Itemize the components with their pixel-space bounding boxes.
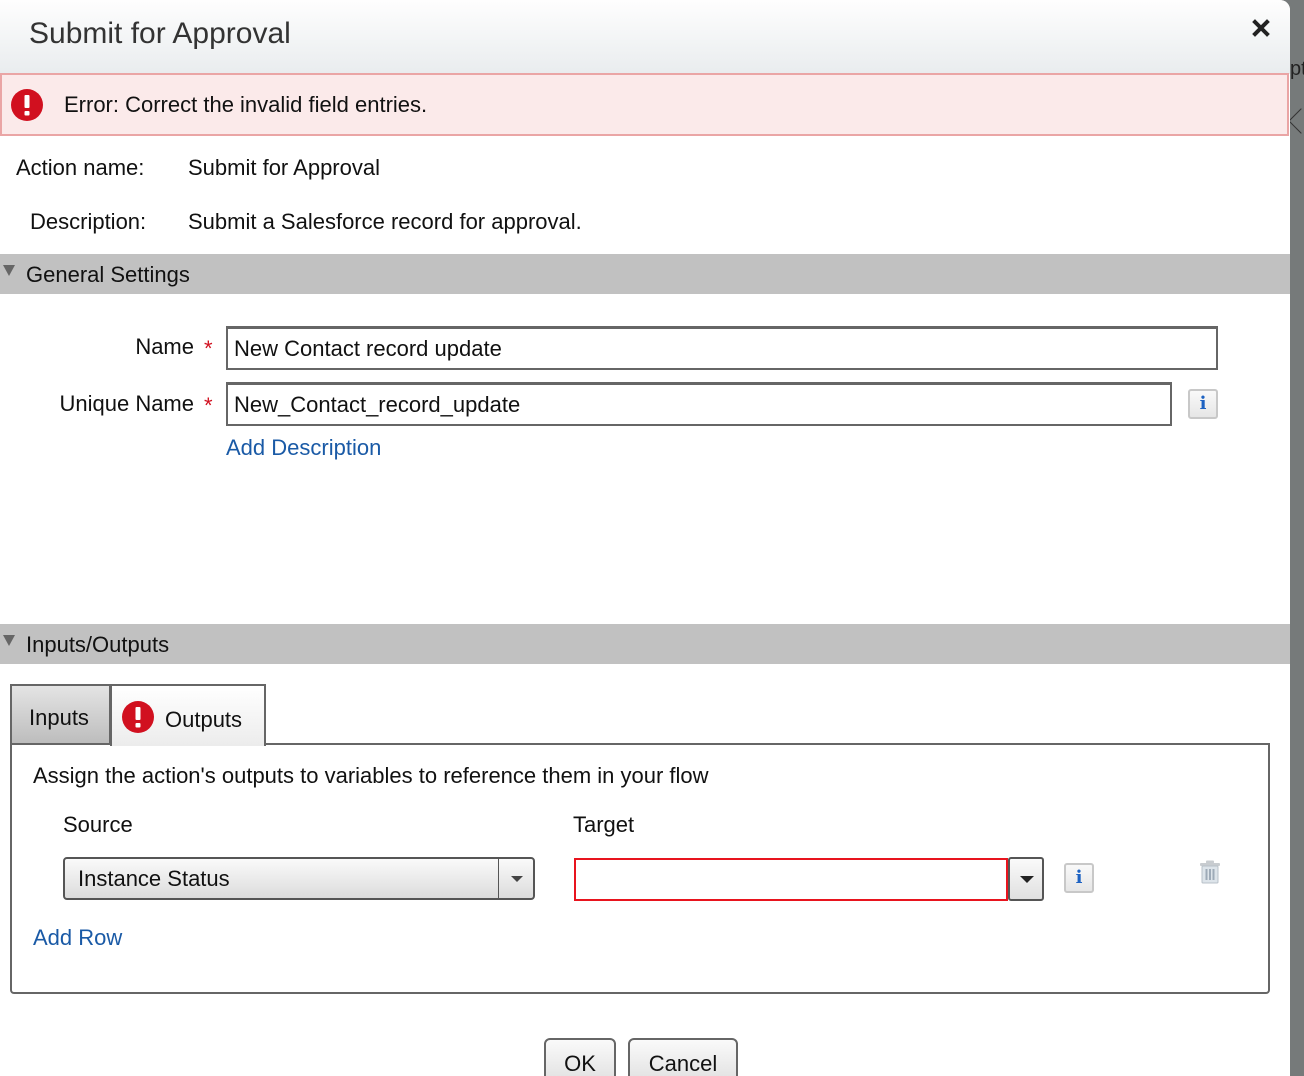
error-icon — [11, 89, 43, 121]
outputs-description: Assign the action's outputs to variables… — [33, 763, 709, 788]
tab-outputs[interactable]: Outputs — [110, 684, 266, 746]
cancel-button[interactable]: Cancel — [628, 1038, 738, 1076]
chevron-down-icon — [1020, 876, 1034, 883]
submit-for-approval-dialog: Submit for Approval Error: Correct the i… — [0, 0, 1290, 1076]
dialog-title: Submit for Approval — [29, 17, 291, 50]
outputs-panel: Assign the action's outputs to variables… — [10, 743, 1270, 994]
source-column-header: Source — [63, 812, 133, 837]
backdrop-partial-text: pt — [1290, 58, 1304, 80]
source-select-value: Instance Status — [78, 866, 230, 891]
action-name-value: Submit for Approval — [188, 155, 380, 180]
chevron-down-icon — [511, 876, 523, 882]
inputs-outputs-label: Inputs/Outputs — [26, 632, 170, 657]
backdrop-chevron-icon — [1288, 108, 1304, 134]
general-settings-label: General Settings — [26, 262, 190, 287]
target-input[interactable] — [574, 858, 1008, 901]
add-row-link[interactable]: Add Row — [33, 925, 122, 951]
error-icon — [122, 701, 154, 733]
required-marker: * — [204, 393, 213, 418]
collapse-triangle-icon — [3, 635, 15, 646]
dialog-header: Submit for Approval — [0, 0, 1290, 74]
unique-name-input[interactable] — [226, 382, 1172, 426]
ok-button[interactable]: OK — [544, 1038, 616, 1076]
unique-name-info-icon[interactable]: i — [1188, 389, 1218, 419]
select-divider — [498, 859, 499, 898]
description-label: Description: — [30, 209, 147, 234]
general-settings-section-header[interactable]: General Settings — [0, 254, 1290, 294]
close-icon[interactable] — [1251, 18, 1271, 38]
name-input[interactable] — [226, 326, 1218, 370]
collapse-triangle-icon — [3, 265, 15, 276]
add-description-link[interactable]: Add Description — [226, 435, 381, 461]
target-column-header: Target — [573, 812, 635, 837]
target-dropdown-button[interactable] — [1008, 857, 1044, 901]
name-label: Name — [135, 334, 194, 359]
trash-icon[interactable] — [1199, 860, 1221, 884]
required-marker: * — [204, 336, 213, 361]
tab-outputs-label: Outputs — [165, 707, 243, 732]
action-name-label: Action name: — [16, 155, 145, 180]
error-message: Error: Correct the invalid field entries… — [64, 92, 428, 117]
description-value: Submit a Salesforce record for approval. — [188, 209, 582, 234]
inputs-outputs-section-header[interactable]: Inputs/Outputs — [0, 624, 1290, 664]
unique-name-label: Unique Name — [59, 391, 194, 416]
target-info-icon[interactable]: i — [1064, 863, 1094, 893]
tab-inputs-label: Inputs — [29, 705, 89, 730]
error-banner: Error: Correct the invalid field entries… — [0, 73, 1289, 136]
source-select[interactable]: Instance Status — [63, 857, 535, 900]
tab-inputs[interactable]: Inputs — [10, 684, 111, 743]
